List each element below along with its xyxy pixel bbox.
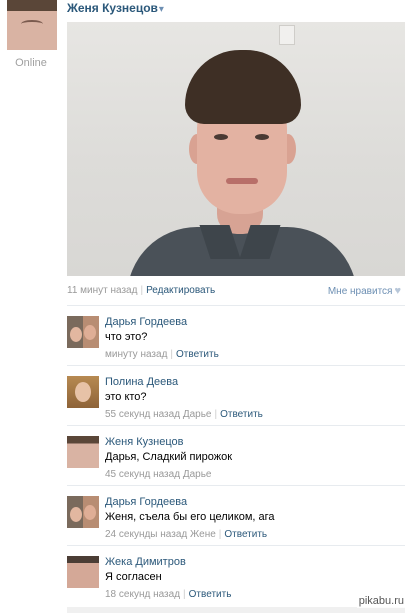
reply-link[interactable]: Ответить [220, 409, 263, 420]
photo-eye-right [255, 134, 269, 140]
bottom-shadow [67, 607, 405, 613]
comment-author[interactable]: Женя Кузнецов [105, 436, 184, 448]
reply-link[interactable]: Ответить [224, 529, 267, 540]
watermark: pikabu.ru [356, 594, 406, 608]
comment-item: Женя Кузнецов Дарья, Сладкий пирожок 45 … [67, 425, 405, 486]
comment-avatar[interactable] [67, 436, 99, 468]
photo-eye-left [214, 134, 228, 140]
author-avatar[interactable] [7, 0, 57, 50]
separator: | [170, 349, 174, 360]
comment-author[interactable]: Полина Деева [105, 376, 178, 388]
reply-link[interactable]: Ответить [189, 589, 232, 600]
comment-time[interactable]: минуту назад [105, 349, 167, 360]
comment-avatar[interactable] [67, 316, 99, 348]
comment-meta: 18 секунд назад | Ответить [105, 589, 231, 600]
separator: | [183, 589, 186, 600]
comment-time[interactable]: 55 секунд назад [105, 409, 180, 420]
comment-item: Дарья Гордеева Женя, съела бы его целико… [67, 485, 405, 546]
comment-avatar[interactable] [67, 556, 99, 588]
post-time[interactable]: 11 минут назад [67, 285, 137, 296]
comment-text: Я согласен [105, 571, 162, 583]
comment-author[interactable]: Дарья Гордеева [105, 496, 187, 508]
separator: | [214, 409, 218, 420]
photo-hair [185, 50, 301, 124]
separator: | [140, 285, 144, 296]
heart-icon: ♥ [394, 285, 401, 297]
comment-item: Дарья Гордеева что это? минуту назад | Отв… [67, 305, 405, 366]
comment-time[interactable]: 18 секунд назад [105, 589, 180, 600]
photo-mouth [226, 178, 258, 184]
comment-text: Дарья, Сладкий пирожок [105, 451, 233, 463]
reply-to[interactable]: Дарье [183, 469, 212, 480]
like-label: Мне нравится [327, 286, 393, 297]
online-status: Online [15, 57, 47, 69]
photo-wall-outlet [279, 25, 295, 45]
comment-time[interactable]: 45 секунд назад [105, 469, 180, 480]
post-author[interactable]: Женя Кузнецов▾ [67, 1, 164, 15]
comment-text: это кто? [105, 391, 147, 403]
comment-text: что это? [105, 331, 148, 343]
reply-to[interactable]: Жене [190, 529, 216, 540]
post-author-name[interactable]: Женя Кузнецов [67, 1, 158, 15]
comment-meta: 55 секунд назад Дарье | Ответить [105, 409, 263, 420]
reply-to[interactable]: Дарье [183, 409, 212, 420]
separator: | [218, 529, 222, 540]
comment-item: Жека Димитров Я согласен 18 секунд назад… [67, 545, 405, 606]
post-meta: 11 минут назад | Редактировать Мне нравитс… [67, 285, 401, 297]
like-button[interactable]: Мне нравится ♥ [328, 285, 401, 297]
author-sidebar: Online [0, 0, 62, 613]
comment-time[interactable]: 24 секунды назад [105, 529, 187, 540]
comment-meta: 45 секунд назад Дарье [105, 469, 212, 480]
comment-author[interactable]: Жека Димитров [105, 556, 186, 568]
comment-author[interactable]: Дарья Гордеева [105, 316, 187, 328]
comment-avatar[interactable] [67, 496, 99, 528]
comment-meta: 24 секунды назад Жене | Ответить [105, 529, 267, 540]
chevron-down-icon[interactable]: ▾ [159, 4, 164, 15]
reply-link[interactable]: Ответить [176, 349, 219, 360]
comment-meta: минуту назад | Ответить [105, 349, 219, 360]
edit-post-link[interactable]: Редактировать [146, 285, 215, 296]
post-photo[interactable] [67, 22, 405, 276]
comment-avatar[interactable] [67, 376, 99, 408]
comment-item: Полина Деева это кто? 55 секунд назад Да… [67, 365, 405, 426]
comment-text: Женя, съела бы его целиком, ага [105, 511, 275, 523]
